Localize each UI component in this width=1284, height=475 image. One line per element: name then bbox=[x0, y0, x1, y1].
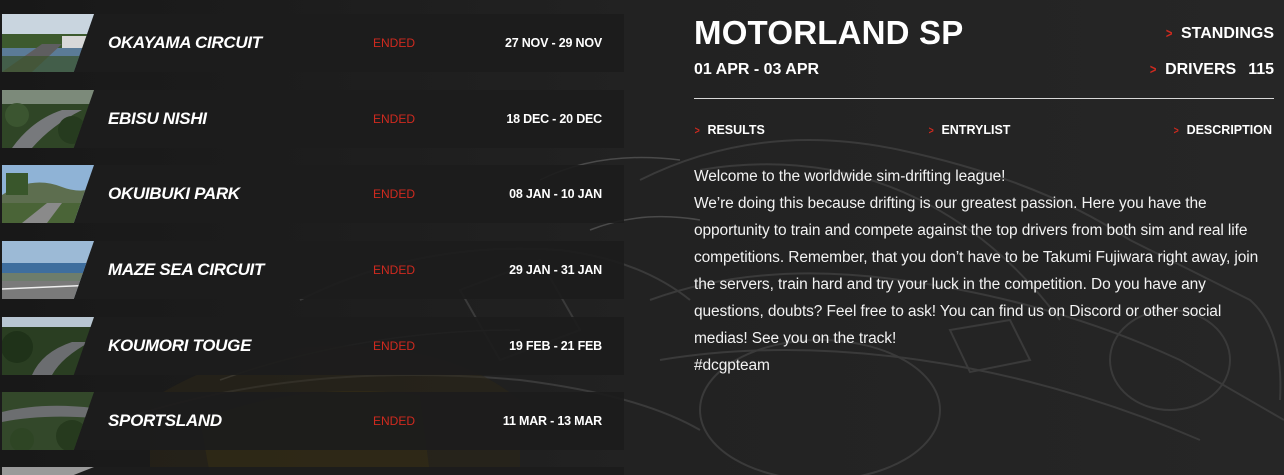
event-name: SPORTSLAND bbox=[108, 411, 222, 430]
event-dates: 29 JAN - 31 JAN bbox=[509, 263, 602, 277]
chevron-right-icon: > bbox=[694, 125, 700, 137]
event-detail-panel: MOTORLAND SP 01 APR - 03 APR > STANDINGS … bbox=[694, 0, 1274, 475]
event-status: ENDED bbox=[373, 112, 416, 126]
event-dates: 19 FEB - 21 FEB bbox=[509, 339, 602, 353]
event-title: MOTORLAND SP bbox=[694, 14, 964, 51]
event-name: OKAYAMA CIRCUIT bbox=[108, 33, 262, 52]
description-hashtag: #dcgpteam bbox=[694, 357, 770, 374]
event-row-okayama-circuit[interactable]: OKAYAMA CIRCUIT ENDED 27 NOV - 29 NOV bbox=[0, 14, 624, 72]
event-row-maze-sea-circuit[interactable]: MAZE SEA CIRCUIT ENDED 29 JAN - 31 JAN bbox=[0, 241, 624, 299]
standings-link[interactable]: > STANDINGS bbox=[1165, 25, 1274, 43]
drivers-count: 115 bbox=[1248, 61, 1274, 78]
event-dates: 11 MAR - 13 MAR bbox=[502, 414, 602, 428]
tab-results[interactable]: > RESULTS bbox=[694, 123, 765, 137]
standings-label: STANDINGS bbox=[1180, 25, 1274, 42]
detail-tabs: > RESULTS > ENTRYLIST > DESCRIPTION bbox=[694, 123, 1272, 141]
event-status: ENDED bbox=[373, 36, 416, 50]
event-name: OKUIBUKI PARK bbox=[108, 184, 240, 203]
chevron-right-icon: > bbox=[1165, 25, 1173, 41]
event-date-range: 01 APR - 03 APR bbox=[694, 61, 820, 78]
chevron-right-icon: > bbox=[928, 125, 934, 137]
event-name: KOUMORI TOUGE bbox=[108, 336, 252, 355]
description-paragraph: Welcome to the worldwide sim-drifting le… bbox=[694, 168, 1006, 185]
event-status: ENDED bbox=[373, 187, 416, 201]
event-description: Welcome to the worldwide sim-drifting le… bbox=[694, 163, 1274, 379]
tab-entrylist[interactable]: > ENTRYLIST bbox=[928, 123, 1011, 137]
tab-label: RESULTS bbox=[707, 123, 765, 137]
tab-description[interactable]: > DESCRIPTION bbox=[1173, 123, 1272, 137]
divider bbox=[694, 98, 1274, 99]
track-thumbnail bbox=[2, 392, 94, 450]
event-row-sportsland[interactable]: SPORTSLAND ENDED 11 MAR - 13 MAR bbox=[0, 392, 624, 450]
tab-label: DESCRIPTION bbox=[1186, 123, 1272, 137]
event-row-ebisu-nishi[interactable]: EBISU NISHI ENDED 18 DEC - 20 DEC bbox=[0, 90, 624, 148]
track-thumbnail bbox=[2, 467, 94, 475]
track-thumbnail bbox=[2, 317, 94, 375]
description-paragraph: We’re doing this because drifting is our… bbox=[694, 195, 1259, 347]
event-row-okuibuki-park[interactable]: OKUIBUKI PARK ENDED 08 JAN - 10 JAN bbox=[0, 165, 624, 223]
chevron-right-icon: > bbox=[1173, 125, 1179, 137]
event-status: ENDED bbox=[373, 263, 416, 277]
track-thumbnail bbox=[2, 241, 94, 299]
track-thumbnail bbox=[2, 90, 94, 148]
drivers-link[interactable]: > DRIVERS 115 bbox=[1149, 61, 1274, 79]
track-thumbnail bbox=[2, 14, 94, 72]
event-row-koumori-touge[interactable]: KOUMORI TOUGE ENDED 19 FEB - 21 FEB bbox=[0, 317, 624, 375]
event-dates: 08 JAN - 10 JAN bbox=[509, 187, 602, 201]
event-status: ENDED bbox=[373, 339, 416, 353]
track-thumbnail bbox=[2, 165, 94, 223]
event-name: EBISU NISHI bbox=[108, 109, 207, 128]
drivers-label: DRIVERS bbox=[1165, 61, 1237, 78]
event-name: MAZE SEA CIRCUIT bbox=[108, 260, 265, 279]
tab-label: ENTRYLIST bbox=[941, 123, 1011, 137]
chevron-right-icon: > bbox=[1149, 61, 1157, 77]
event-dates: 27 NOV - 29 NOV bbox=[504, 36, 602, 50]
event-row-partial[interactable] bbox=[0, 467, 624, 475]
event-status: ENDED bbox=[373, 414, 416, 428]
event-dates: 18 DEC - 20 DEC bbox=[506, 112, 602, 126]
